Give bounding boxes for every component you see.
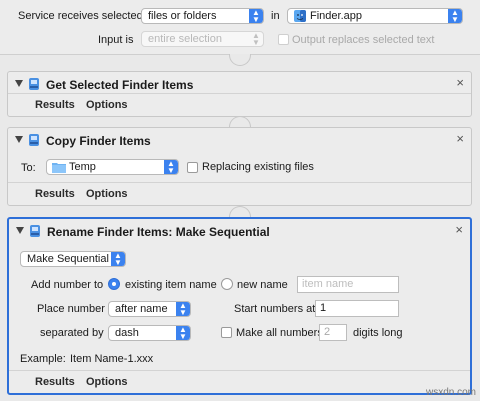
action-title: Rename Finder Items: Make Sequential: [47, 225, 270, 239]
output-replaces-label: Output replaces selected text: [292, 34, 435, 46]
action-get-selected-finder-items[interactable]: Get Selected Finder Items × Results Opti…: [7, 71, 472, 117]
connector-notch: [229, 54, 251, 66]
action-title: Copy Finder Items: [46, 134, 151, 148]
rename-mode-popup[interactable]: Make Sequential ▲ ▼: [20, 251, 126, 267]
close-icon[interactable]: ×: [456, 75, 464, 90]
in-label: in: [271, 10, 280, 22]
options-button[interactable]: Options: [86, 99, 128, 111]
separator-value: dash: [115, 327, 139, 339]
finder-icon: [294, 10, 306, 22]
place-number-label: Place number: [37, 303, 105, 315]
separator-popup[interactable]: dash ▲ ▼: [108, 325, 191, 341]
results-button[interactable]: Results: [35, 376, 75, 388]
replacing-existing-label: Replacing existing files: [202, 161, 314, 173]
service-input-value: files or folders: [148, 10, 217, 22]
action-copy-finder-items[interactable]: Copy Finder Items × To: Temp ▲ ▼ Replacin…: [7, 127, 472, 206]
rename-mode-value: Make Sequential: [27, 253, 109, 265]
popup-arrows-icon: ▲ ▼: [176, 326, 190, 340]
popup-arrows-icon: ▲ ▼: [252, 31, 260, 47]
action-footer: Results Options: [8, 182, 471, 205]
popup-arrows-icon: ▲ ▼: [164, 160, 178, 174]
existing-item-name-radio[interactable]: [108, 278, 120, 290]
service-header: Service receives selected files or folde…: [0, 0, 480, 55]
start-numbers-input[interactable]: 1: [315, 300, 399, 317]
service-input-popup[interactable]: files or folders ▲ ▼: [141, 8, 264, 24]
new-name-label: new name: [237, 279, 288, 291]
action-rename-finder-items[interactable]: Rename Finder Items: Make Sequential × M…: [7, 217, 472, 395]
disclosure-triangle-icon[interactable]: [15, 80, 23, 87]
popup-arrows-icon: ▲ ▼: [111, 252, 125, 266]
place-number-popup[interactable]: after name ▲ ▼: [108, 301, 191, 317]
popup-arrows-icon: ▲ ▼: [448, 9, 462, 23]
place-number-value: after name: [115, 303, 168, 315]
action-footer: Results Options: [8, 93, 471, 116]
close-icon[interactable]: ×: [455, 222, 463, 237]
results-button[interactable]: Results: [35, 188, 75, 200]
make-all-numbers-checkbox[interactable]: [221, 327, 232, 338]
start-numbers-label: Start numbers at: [234, 303, 316, 315]
options-button[interactable]: Options: [86, 188, 128, 200]
add-number-label: Add number to: [31, 279, 104, 291]
separated-by-label: separated by: [40, 327, 104, 339]
application-popup[interactable]: Finder.app ▲ ▼: [287, 8, 463, 24]
destination-folder-popup[interactable]: Temp ▲ ▼: [46, 159, 179, 175]
automator-robot-icon: [30, 225, 40, 237]
popup-arrows-icon: ▲ ▼: [249, 9, 263, 23]
new-name-radio[interactable]: [221, 278, 233, 290]
make-all-numbers-label: Make all numbers: [236, 327, 323, 339]
close-icon[interactable]: ×: [456, 131, 464, 146]
disclosure-triangle-icon[interactable]: [15, 136, 23, 143]
watermark: wsxdn.com: [425, 387, 476, 398]
output-replaces-checkbox[interactable]: [278, 34, 289, 45]
input-is-popup[interactable]: entire selection ▲ ▼: [141, 31, 264, 47]
new-name-input[interactable]: item name: [297, 276, 399, 293]
popup-arrows-icon: ▲ ▼: [176, 302, 190, 316]
example-label: Example:: [20, 353, 66, 365]
existing-item-name-label: existing item name: [125, 279, 217, 291]
automator-robot-icon: [29, 78, 39, 90]
input-is-label: Input is: [98, 34, 134, 46]
action-title: Get Selected Finder Items: [46, 78, 194, 92]
replacing-existing-checkbox[interactable]: [187, 162, 198, 173]
application-value: Finder.app: [310, 10, 362, 22]
action-footer: Results Options: [9, 370, 470, 393]
example-value: Item Name-1.xxx: [70, 353, 154, 365]
service-receives-label: Service receives selected: [18, 10, 143, 22]
folder-icon: [52, 163, 66, 173]
destination-folder-value: Temp: [69, 161, 96, 173]
disclosure-triangle-icon[interactable]: [16, 227, 24, 234]
input-is-value: entire selection: [148, 33, 222, 45]
options-button[interactable]: Options: [86, 376, 128, 388]
results-button[interactable]: Results: [35, 99, 75, 111]
digits-input[interactable]: 2: [319, 324, 347, 341]
digits-long-label: digits long: [353, 327, 403, 339]
to-label: To:: [21, 162, 36, 174]
automator-robot-icon: [29, 134, 39, 146]
